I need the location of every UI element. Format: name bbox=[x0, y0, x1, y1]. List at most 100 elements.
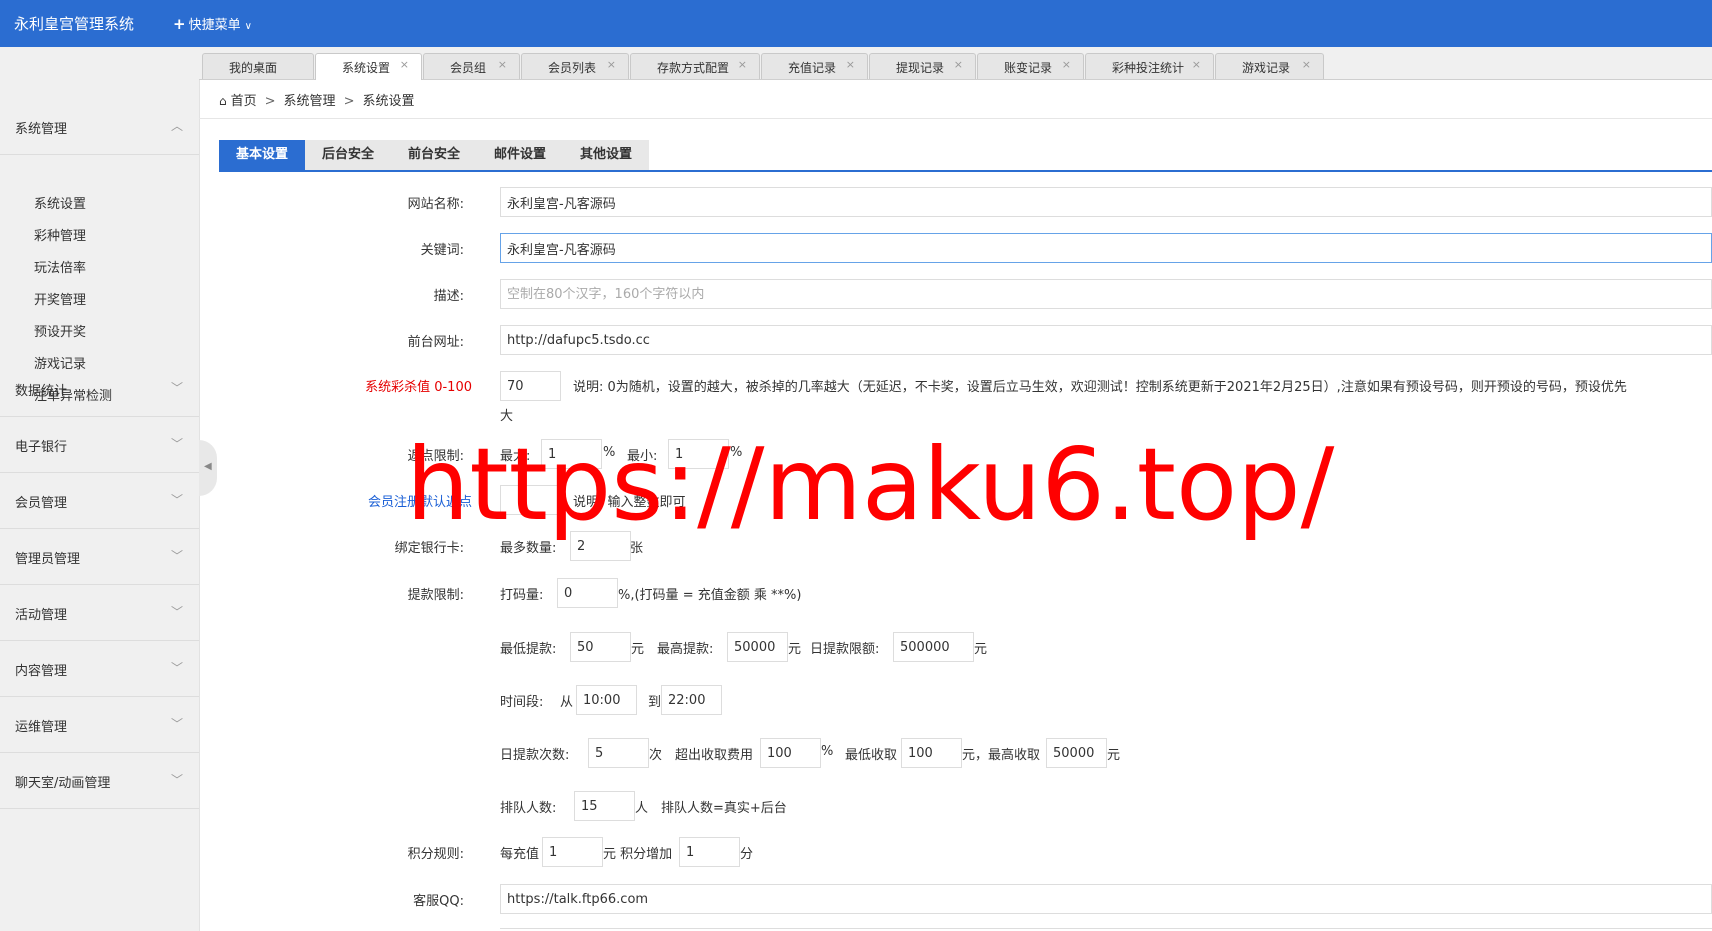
sidebar-group-label: 系统管理 bbox=[15, 122, 68, 137]
breadcrumb-divider bbox=[199, 118, 1712, 119]
sidebar-group-activities[interactable]: 活动管理 ﹀ bbox=[0, 585, 199, 641]
chevron-down-icon: ﹀ bbox=[170, 661, 183, 675]
fee-min-input[interactable] bbox=[901, 738, 962, 768]
close-icon[interactable]: × bbox=[954, 58, 963, 71]
tab-withdraw-records[interactable]: 提现记录 × bbox=[869, 53, 976, 79]
sidebar-collapse-handle[interactable]: ◀ bbox=[199, 440, 217, 496]
fee-max-input[interactable] bbox=[1046, 738, 1107, 768]
excess-fee-input[interactable] bbox=[760, 738, 821, 768]
kill-value-input[interactable] bbox=[500, 371, 561, 401]
sidebar-item-preset-draw[interactable]: 预设开奖 bbox=[34, 321, 86, 340]
daily-limit-label: 日提款限额: bbox=[810, 642, 880, 657]
subtab-frontend-security[interactable]: 前台安全 bbox=[391, 140, 477, 170]
sidebar-group-ops[interactable]: 运维管理 ﹀ bbox=[0, 697, 199, 753]
rebate-min-label: 最小: bbox=[627, 449, 658, 464]
tab-label: 我的桌面 bbox=[229, 61, 278, 75]
chevron-down-icon: ﹀ bbox=[170, 605, 183, 619]
tab-system-settings[interactable]: 系统设置 × bbox=[315, 53, 422, 80]
top-bar: 永利皇宫管理系统 + 快捷菜单 ∨ bbox=[0, 0, 1712, 47]
close-icon[interactable]: × bbox=[738, 58, 747, 71]
site-name-label: 网站名称: bbox=[407, 197, 464, 212]
chevron-left-icon: ◀ bbox=[204, 461, 212, 472]
points-recharge-input[interactable] bbox=[542, 837, 603, 867]
sidebar-group-chatroom[interactable]: 聊天室/动画管理 ﹀ bbox=[0, 753, 199, 809]
quick-menu-button[interactable]: + 快捷菜单 ∨ bbox=[173, 14, 252, 33]
tab-game-records[interactable]: 游戏记录 × bbox=[1215, 53, 1324, 79]
tab-label: 游戏记录 bbox=[1242, 61, 1291, 75]
kill-value-label: 系统彩杀值 0-100 bbox=[365, 380, 472, 395]
close-icon[interactable]: × bbox=[400, 58, 409, 71]
sidebar-group-label: 管理员管理 bbox=[15, 552, 81, 567]
close-icon[interactable]: × bbox=[607, 58, 616, 71]
breadcrumb-separator: > bbox=[264, 94, 276, 109]
tab-member-groups[interactable]: 会员组 × bbox=[423, 53, 520, 79]
tab-lottery-bet-stats[interactable]: 彩种投注统计 × bbox=[1085, 53, 1214, 79]
subtab-email[interactable]: 邮件设置 bbox=[477, 140, 563, 170]
rebate-max-label: 最大: bbox=[500, 449, 531, 464]
time-from-input[interactable] bbox=[576, 685, 637, 715]
chevron-down-icon: ﹀ bbox=[170, 437, 183, 451]
sidebar-group-label: 活动管理 bbox=[15, 608, 68, 623]
sidebar-item-draw-management[interactable]: 开奖管理 bbox=[34, 289, 86, 308]
bet-amount-input[interactable] bbox=[557, 578, 618, 608]
max-withdraw-input[interactable] bbox=[727, 632, 788, 662]
keywords-label: 关键词: bbox=[420, 243, 464, 258]
time-to-input[interactable] bbox=[661, 685, 722, 715]
close-icon[interactable]: × bbox=[846, 58, 855, 71]
tab-label: 彩种投注统计 bbox=[1112, 61, 1185, 75]
close-icon[interactable]: × bbox=[1062, 58, 1071, 71]
time-to-label: 到 bbox=[648, 695, 662, 710]
fee-max-unit: 元 bbox=[1107, 748, 1121, 763]
sidebar-group-ebank[interactable]: 电子银行 ﹀ bbox=[0, 417, 199, 473]
bind-card-input[interactable] bbox=[570, 531, 631, 561]
front-url-input[interactable] bbox=[500, 325, 1712, 355]
rebate-max-input[interactable] bbox=[541, 439, 602, 469]
chevron-down-icon: ﹀ bbox=[170, 381, 183, 395]
subtab-backend-security[interactable]: 后台安全 bbox=[305, 140, 391, 170]
points-prefix: 每充值 bbox=[500, 847, 540, 862]
min-withdraw-unit: 元 bbox=[631, 642, 645, 657]
subtab-other[interactable]: 其他设置 bbox=[563, 140, 649, 170]
tab-bar: 我的桌面 系统设置 × 会员组 × 会员列表 × 存款方式配置 × 充值记录 ×… bbox=[199, 47, 1712, 80]
tab-label: 会员组 bbox=[450, 61, 487, 75]
description-input[interactable] bbox=[500, 279, 1712, 309]
tab-recharge-records[interactable]: 充值记录 × bbox=[761, 53, 868, 79]
excess-fee-unit: % bbox=[821, 744, 834, 759]
min-withdraw-input[interactable] bbox=[570, 632, 631, 662]
tab-member-list[interactable]: 会员列表 × bbox=[521, 53, 629, 79]
sidebar: 系统管理 ︿ 系统设置 彩种管理 玩法倍率 开奖管理 预设开奖 游戏记录 注单异… bbox=[0, 47, 200, 931]
sidebar-group-label: 电子银行 bbox=[15, 440, 68, 455]
tab-deposit-methods[interactable]: 存款方式配置 × bbox=[630, 53, 760, 79]
sidebar-item-system-settings[interactable]: 系统设置 bbox=[34, 193, 86, 212]
chevron-down-icon: ﹀ bbox=[170, 493, 183, 507]
breadcrumb-system[interactable]: 系统管理 bbox=[284, 94, 336, 109]
close-icon[interactable]: × bbox=[1192, 58, 1201, 71]
rebate-min-input[interactable] bbox=[668, 439, 729, 469]
daily-count-input[interactable] bbox=[588, 738, 649, 768]
sidebar-item-lottery-types[interactable]: 彩种管理 bbox=[34, 225, 86, 244]
close-icon[interactable]: × bbox=[498, 58, 507, 71]
bind-card-unit: 张 bbox=[630, 541, 644, 556]
daily-limit-input[interactable] bbox=[893, 632, 974, 662]
reg-rebate-input[interactable] bbox=[500, 485, 561, 515]
points-increase-input[interactable] bbox=[679, 837, 740, 867]
sidebar-group-statistics[interactable]: 数据统计 ﹀ bbox=[0, 361, 199, 417]
chevron-down-icon: ﹀ bbox=[170, 549, 183, 563]
subtab-basic[interactable]: 基本设置 bbox=[219, 140, 305, 170]
tab-balance-changes[interactable]: 账变记录 × bbox=[977, 53, 1084, 79]
sidebar-item-play-odds[interactable]: 玩法倍率 bbox=[34, 257, 86, 276]
sidebar-group-content[interactable]: 内容管理 ﹀ bbox=[0, 641, 199, 697]
sidebar-group-admins[interactable]: 管理员管理 ﹀ bbox=[0, 529, 199, 585]
breadcrumb-home[interactable]: 首页 bbox=[231, 94, 257, 109]
keywords-input[interactable] bbox=[500, 233, 1712, 263]
excess-fee-label: 超出收取费用 bbox=[675, 748, 754, 763]
queue-input[interactable] bbox=[574, 791, 635, 821]
sidebar-group-system[interactable]: 系统管理 ︿ bbox=[0, 99, 199, 155]
qq-input[interactable] bbox=[500, 884, 1712, 914]
site-name-input[interactable] bbox=[500, 187, 1712, 217]
close-icon[interactable]: × bbox=[1302, 58, 1311, 71]
rebate-label: 返点限制: bbox=[407, 449, 464, 464]
rebate-max-pct: % bbox=[603, 445, 616, 460]
tab-desktop[interactable]: 我的桌面 bbox=[202, 53, 314, 79]
sidebar-group-members[interactable]: 会员管理 ﹀ bbox=[0, 473, 199, 529]
